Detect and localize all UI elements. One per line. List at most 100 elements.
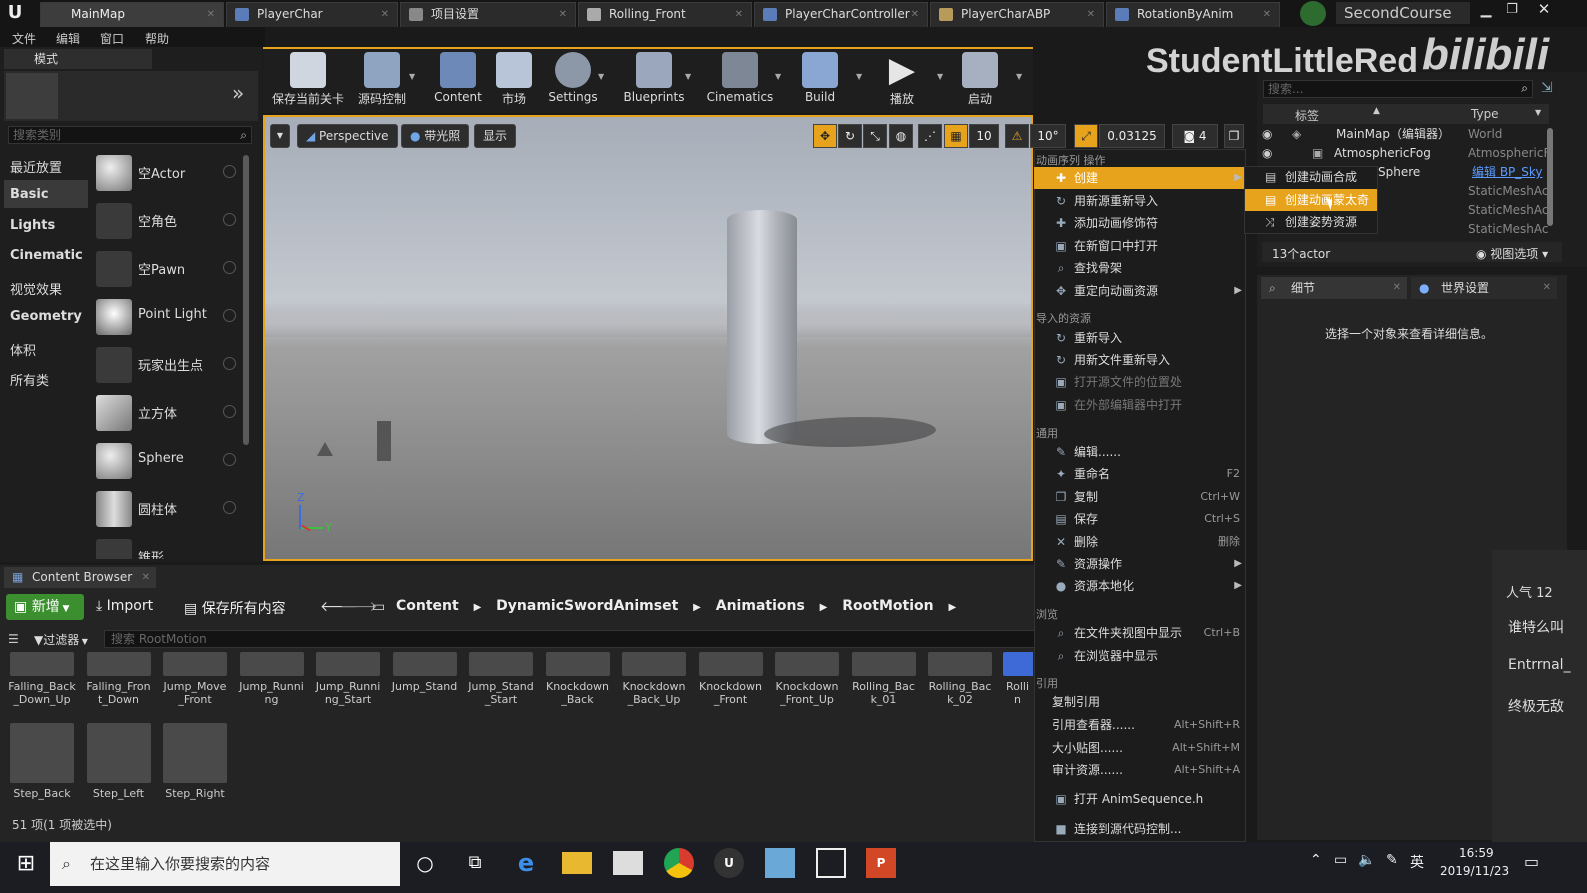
pen-icon[interactable]: ✎ (1386, 852, 1398, 868)
menu-item-open-in-external-editor[interactable]: ▣ 在外部编辑器中打开 (1034, 394, 1246, 416)
menu-item-delete[interactable]: ✕ 删除 删除 (1034, 531, 1246, 553)
menu-item-retarget-anim-assets[interactable]: ✥ 重定向动画资源 ▶ (1034, 280, 1246, 302)
actor-player-start[interactable]: 玩家出生点 (92, 343, 240, 389)
close-icon[interactable]: ✕ (207, 3, 215, 26)
menu-item-connect-source-control[interactable]: ■ 连接到源代码控制... (1034, 818, 1246, 840)
asset-tile[interactable]: Rolling_Back_01 (850, 652, 918, 706)
lit-mode-dropdown[interactable]: ● 带光照 (401, 124, 470, 148)
menu-item-open-animsequence-h[interactable]: ▣ 打开 AnimSequence.h (1034, 788, 1246, 810)
add-filter-icon[interactable]: ⇲ (1541, 80, 1559, 98)
help-icon[interactable] (223, 165, 236, 178)
asset-tile[interactable]: Step_Right (161, 723, 229, 800)
store-icon[interactable] (613, 851, 643, 875)
unreal-engine-icon[interactable]: U (714, 848, 744, 878)
submenu-create-anim-composite[interactable]: ▤ 创建动画合成 (1245, 167, 1377, 188)
tab-mainmap[interactable]: MainMap ✕ (40, 2, 224, 27)
file-explorer-icon[interactable] (562, 852, 592, 874)
details-tab[interactable]: ⌕ 细节 ✕ (1261, 277, 1407, 299)
help-icon[interactable] (223, 261, 236, 274)
close-icon[interactable]: ✕ (911, 3, 919, 26)
chevron-down-icon[interactable]: ▼ (685, 72, 691, 81)
asset-tile[interactable]: Jump_Running (238, 652, 306, 706)
close-icon[interactable]: ✕ (735, 3, 743, 26)
cylinder-mesh[interactable] (727, 210, 797, 444)
menu-item-copy-reference[interactable]: 复制引用 (1034, 691, 1246, 713)
tab-rolling-front[interactable]: Rolling_Front ✕ (578, 2, 752, 27)
cortana-icon[interactable]: ○ (410, 848, 440, 878)
breadcrumb-animations[interactable]: Animations (716, 598, 805, 614)
category-visual-effects[interactable]: 视觉效果 (10, 279, 62, 298)
grid-snap-toggle[interactable]: ▦ (944, 124, 968, 148)
actor-empty-character[interactable]: 空角色 (92, 199, 240, 245)
menu-item-reimport-new-file[interactable]: ↻ 用新文件重新导入 (1034, 349, 1246, 371)
chevron-down-icon[interactable]: ▼ (1016, 72, 1022, 81)
minimize-button[interactable]: ▁ (1476, 2, 1496, 22)
close-icon[interactable]: ✕ (559, 3, 567, 26)
grid-snap-value[interactable]: 10 (969, 124, 999, 148)
help-icon[interactable] (223, 357, 236, 370)
menu-item-size-map[interactable]: 大小贴图...... Alt+Shift+M (1034, 737, 1246, 759)
chevron-up-icon[interactable]: ⌃ (1310, 852, 1322, 868)
help-icon[interactable] (223, 213, 236, 226)
chevron-down-icon[interactable]: ▼ (409, 72, 415, 81)
whiteboard-icon[interactable] (816, 848, 846, 878)
folder-icon[interactable]: ▭ (372, 599, 385, 615)
photos-app-icon[interactable] (765, 848, 795, 878)
tab-rotationbyanim[interactable]: RotationByAnim ✕ (1106, 2, 1280, 27)
ime-indicator[interactable]: 英 (1410, 852, 1424, 872)
chrome-icon[interactable] (664, 848, 694, 878)
category-search-input[interactable]: 搜索类别 ⌕ (8, 126, 252, 144)
close-icon[interactable]: ✕ (381, 3, 389, 26)
network-icon[interactable]: ▭ (1334, 852, 1347, 868)
category-volumes[interactable]: 体积 (10, 340, 36, 359)
help-icon[interactable] (223, 309, 236, 322)
outliner-search-input[interactable]: 搜索... ⌕ (1263, 80, 1533, 98)
world-local-toggle[interactable]: ◍ (889, 124, 913, 148)
show-dropdown[interactable]: 显示 (474, 124, 517, 148)
source-control-icon[interactable] (1300, 1, 1326, 26)
menu-item-reimport-new-source[interactable]: ↻ 用新源重新导入 (1034, 190, 1246, 212)
sources-toggle-icon[interactable]: ☰ (8, 632, 19, 646)
menu-window[interactable]: 窗口 (100, 30, 124, 47)
asset-tile[interactable]: Jump_Stand_Start (467, 652, 535, 706)
chevron-down-icon[interactable]: ▼ (598, 72, 604, 81)
landscape-mode-button[interactable] (116, 73, 166, 119)
actor-point-light[interactable]: Point Light (92, 295, 240, 341)
clock-time[interactable]: 16:59 (1459, 846, 1494, 860)
edit-bp-sky-link[interactable]: 编辑 BP_Sky (1472, 163, 1543, 182)
menu-file[interactable]: 文件 (12, 30, 36, 47)
menu-item-edit[interactable]: ✎ 编辑...... (1034, 441, 1246, 463)
menu-edit[interactable]: 编辑 (56, 30, 80, 47)
save-current-level-button[interactable]: 保存当前关卡 (268, 50, 348, 108)
visibility-eye-icon[interactable]: ◉ (1262, 146, 1272, 160)
camera-speed-button[interactable]: ◙ 4 (1172, 124, 1218, 148)
actor-empty-pawn[interactable]: 空Pawn (92, 247, 240, 293)
actor-cube[interactable]: 立方体 (92, 391, 240, 437)
rotation-snap-toggle[interactable]: ⚠ (1005, 124, 1029, 148)
menu-item-rename[interactable]: ✦ 重命名 F2 (1034, 463, 1246, 485)
perspective-dropdown[interactable]: ◢ Perspective (297, 124, 398, 148)
menu-item-reimport[interactable]: ↻ 重新导入 (1034, 327, 1246, 349)
notification-icon[interactable]: ▭ (1524, 852, 1544, 872)
outliner-row-mainmap[interactable]: ◉ ◈ MainMap（编辑器） World (1262, 125, 1562, 144)
breadcrumb-dynamicswordanimset[interactable]: DynamicSwordAnimset (496, 598, 678, 614)
asset-tile[interactable]: Rolling_Back_02 (926, 652, 994, 706)
maximize-button[interactable]: ❐ (1502, 2, 1522, 22)
chevron-down-icon[interactable]: ▼ (856, 72, 862, 81)
asset-tile[interactable]: Knockdown_Front (697, 652, 765, 706)
close-icon[interactable]: ✕ (142, 567, 150, 588)
source-control-button[interactable]: 源码控制 (350, 50, 414, 108)
actor-cone[interactable]: 锥形 (92, 535, 240, 559)
menu-item-audit-assets[interactable]: 审计资源...... Alt+Shift+A (1034, 759, 1246, 781)
close-window-button[interactable]: ✕ (1532, 0, 1556, 22)
save-all-button[interactable]: ▤ 保存所有内容 (184, 598, 286, 618)
import-button[interactable]: ⤓ Import (96, 598, 153, 614)
menu-item-asset-localization[interactable]: ● 资源本地化 ▶ (1034, 575, 1246, 597)
menu-item-create[interactable]: ✚ 创建 ▶ (1034, 167, 1246, 189)
tab-playerchar[interactable]: PlayerChar ✕ (226, 2, 398, 27)
chevron-down-icon[interactable]: ▼ (775, 72, 781, 81)
label-column-header[interactable]: 标签 (1295, 107, 1319, 124)
place-mode-button[interactable] (6, 73, 58, 119)
asset-tile[interactable]: Knockdown_Back_Up (620, 652, 688, 706)
close-icon[interactable]: ✕ (1263, 3, 1271, 26)
